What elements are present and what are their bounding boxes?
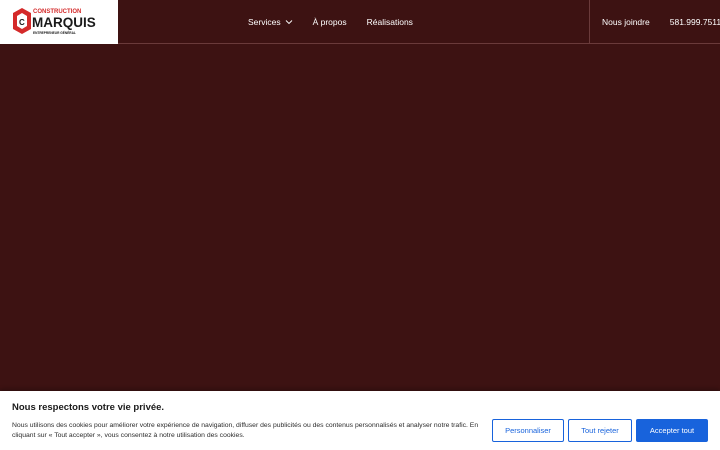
customize-button[interactable]: Personnaliser <box>492 419 564 442</box>
nav-item-services-label: Services <box>248 17 281 27</box>
logo-tagline-text: ENTREPRENEUR GÉNÉRAL <box>33 30 76 35</box>
logo-marquis-text: MARQUIS <box>32 15 96 30</box>
nav-item-realisations-label: Réalisations <box>366 17 413 27</box>
nav-item-services[interactable]: Services <box>248 17 293 27</box>
main-nav: Services À propos Réalisations <box>248 0 413 44</box>
nav-item-a-propos[interactable]: À propos <box>313 17 347 27</box>
accept-all-button[interactable]: Accepter tout <box>636 419 708 442</box>
phone-link[interactable]: 581.999.7511 <box>670 17 720 27</box>
cookie-description: Nous utilisons des cookies pour améliore… <box>12 422 479 439</box>
header-contact: Nous joindre 581.999.7511 <box>589 0 720 44</box>
construction-marquis-logo: C CONSTRUCTION MARQUIS ENTREPRENEUR GÉNÉ… <box>13 7 96 35</box>
svg-text:C: C <box>19 18 25 27</box>
chevron-down-icon <box>285 20 292 25</box>
nav-item-realisations[interactable]: Réalisations <box>367 17 413 27</box>
contact-link[interactable]: Nous joindre <box>602 17 650 27</box>
hero-section <box>0 45 720 390</box>
nav-item-a-propos-label: À propos <box>312 17 347 27</box>
reject-all-button[interactable]: Tout rejeter <box>568 419 632 442</box>
cookie-title: Nous respectons votre vie privée. <box>12 402 165 413</box>
site-header: C CONSTRUCTION MARQUIS ENTREPRENEUR GÉNÉ… <box>0 0 720 44</box>
logo[interactable]: C CONSTRUCTION MARQUIS ENTREPRENEUR GÉNÉ… <box>0 0 118 44</box>
